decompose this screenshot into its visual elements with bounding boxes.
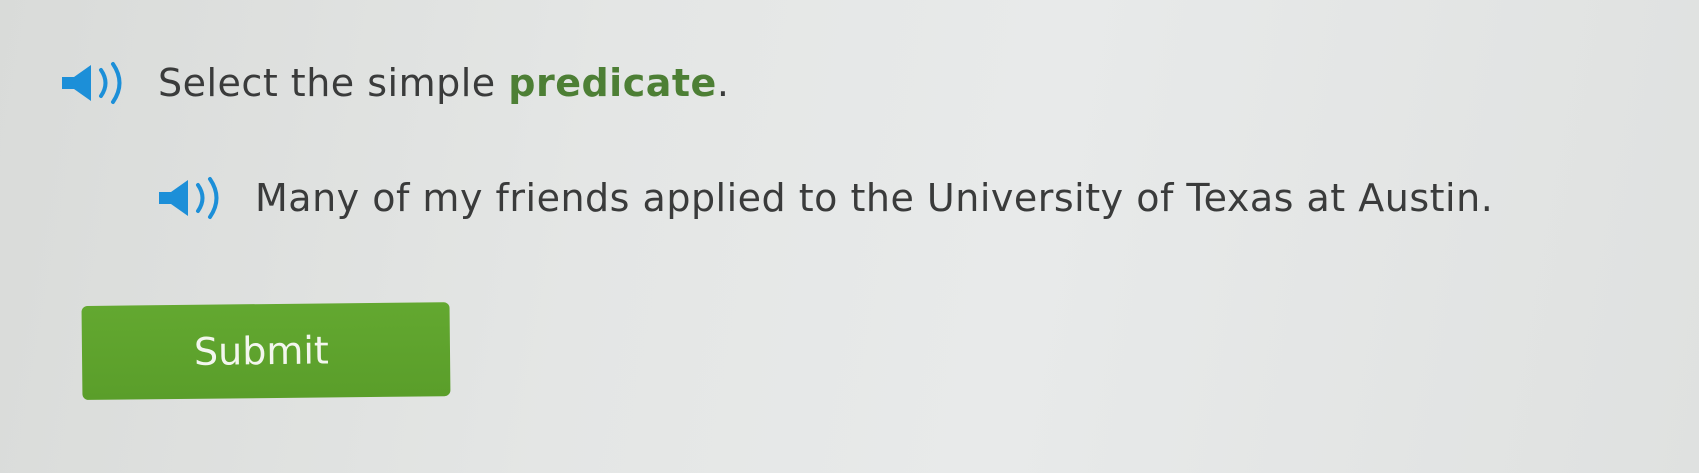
question-prompt: Select the simple predicate. (158, 61, 729, 105)
question-prompt-row: Select the simple predicate. (58, 60, 729, 106)
question-sentence[interactable]: Many of my friends applied to the Univer… (255, 176, 1493, 220)
prompt-prefix: Select the simple (158, 61, 509, 105)
prompt-suffix: . (716, 61, 730, 105)
speaker-icon (159, 177, 219, 219)
submit-button[interactable]: Submit (81, 302, 451, 400)
sentence-row: Many of my friends applied to the Univer… (155, 175, 1493, 221)
prompt-audio-button[interactable] (58, 60, 136, 106)
prompt-keyword: predicate (508, 61, 717, 105)
speaker-icon (62, 62, 122, 104)
sentence-audio-button[interactable] (155, 175, 233, 221)
